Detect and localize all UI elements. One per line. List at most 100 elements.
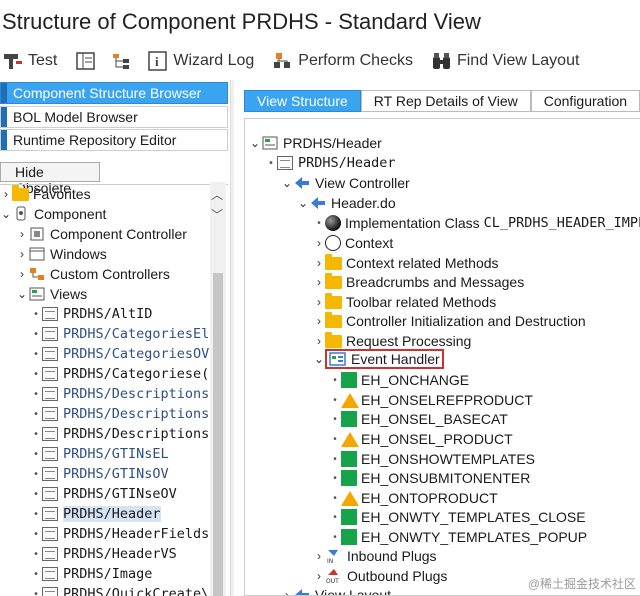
tree-node-view-controller[interactable]: ⌄ View Controller: [281, 173, 410, 193]
tab-configuration[interactable]: Configuration: [530, 90, 640, 112]
event-item[interactable]: • EH_ONWTY_TEMPLATES_CLOSE: [329, 507, 586, 527]
chevron-down-icon[interactable]: ⌄: [297, 196, 309, 210]
panel-splitter[interactable]: [230, 80, 234, 596]
chevron-right-icon[interactable]: ›: [16, 247, 28, 261]
view-item[interactable]: • PRDHS/GTINsOV: [30, 464, 169, 484]
chevron-right-icon[interactable]: ›: [313, 549, 325, 563]
tree-node-header-do[interactable]: ⌄ Header.do: [297, 193, 396, 213]
event-item[interactable]: • EH_ONTOPRODUCT: [329, 488, 497, 508]
view-item[interactable]: • PRDHS/CategoriesEl: [30, 324, 209, 344]
tree-item-favorites[interactable]: › Favorites: [0, 184, 91, 204]
tree-node-view-layout[interactable]: › View Layout: [281, 585, 391, 595]
checks-icon: [272, 51, 294, 71]
scroll-down-icon[interactable]: ﹀: [211, 206, 223, 223]
event-item[interactable]: • EH_ONSEL_BASECAT: [329, 409, 508, 429]
runtime-repository-editor-button[interactable]: Runtime Repository Editor: [0, 129, 228, 151]
layout-button[interactable]: [75, 51, 101, 71]
chevron-right-icon[interactable]: ›: [0, 187, 12, 201]
tree-node-request-processing[interactable]: › Request Processing: [313, 331, 471, 351]
tree-item-windows[interactable]: › Windows: [16, 244, 107, 264]
component-structure-browser-button[interactable]: Component Structure Browser: [0, 82, 228, 104]
chevron-down-icon[interactable]: ⌄: [281, 176, 293, 190]
chevron-right-icon[interactable]: ›: [313, 256, 325, 270]
views-icon: [28, 286, 46, 302]
find-view-layout-button[interactable]: Find View Layout: [431, 51, 579, 71]
chevron-right-icon[interactable]: ›: [313, 236, 325, 250]
view-item[interactable]: • PRDHS/HeaderVS: [30, 544, 177, 564]
chevron-down-icon[interactable]: ⌄: [16, 287, 28, 301]
folder-icon: [325, 253, 342, 270]
chevron-right-icon[interactable]: ›: [313, 314, 325, 328]
window-title: Structure of Component PRDHS - Standard …: [2, 9, 481, 34]
tree-node-context[interactable]: › Context: [313, 233, 393, 253]
view-item[interactable]: • PRDHS/Categoriese(: [30, 364, 209, 384]
tree-node-context-methods[interactable]: › Context related Methods: [313, 253, 499, 273]
view-item[interactable]: • PRDHS/Descriptions: [30, 404, 209, 424]
wizard-log-label: Wizard Log: [173, 52, 255, 69]
bullet: •: [333, 453, 337, 465]
event-item[interactable]: • EH_ONWTY_TEMPLATES_POPUP: [329, 527, 587, 547]
view-item-selected[interactable]: • PRDHS/Header: [30, 504, 161, 524]
tree-node-implementation-class[interactable]: • Implementation Class CL_PRDHS_HEADER_I…: [313, 213, 640, 233]
wizard-log-button[interactable]: i Wizard Log: [147, 51, 254, 71]
chevron-right-icon[interactable]: ›: [16, 267, 28, 281]
chevron-right-icon[interactable]: ›: [281, 588, 293, 595]
tree-node-root[interactable]: ⌄ PRDHS/Header: [249, 133, 382, 153]
view-item[interactable]: • PRDHS/QuickCreate\: [30, 584, 209, 596]
chevron-right-icon[interactable]: ›: [313, 569, 325, 583]
view-item-label: PRDHS/Descriptions: [63, 406, 210, 422]
view-item[interactable]: • PRDHS/GTINsEL: [30, 444, 169, 464]
chevron-right-icon[interactable]: ›: [313, 275, 325, 289]
view-item[interactable]: • PRDHS/Image: [30, 564, 152, 584]
class-ball-icon: [325, 215, 341, 231]
event-item[interactable]: • EH_ONSHOWTEMPLATES: [329, 449, 535, 469]
tree-node-controller-init[interactable]: › Controller Initialization and Destruct…: [313, 311, 586, 331]
watermark: @稀土掘金技术社区: [527, 577, 636, 591]
view-label: PRDHS/Header: [298, 155, 396, 171]
controller-icon: [28, 226, 46, 242]
scroll-up-icon[interactable]: ︿: [211, 186, 223, 203]
perform-checks-button[interactable]: Perform Checks: [272, 51, 413, 71]
left-panel: Component Structure Browser BOL Model Br…: [0, 80, 230, 596]
chevron-right-icon[interactable]: ›: [16, 227, 28, 241]
left-scrollbar-thumb[interactable]: [213, 273, 223, 596]
bol-model-browser-button[interactable]: BOL Model Browser: [0, 106, 228, 128]
tree-item-component[interactable]: ⌄ Component: [0, 204, 106, 224]
event-item[interactable]: • EH_ONSELREFPRODUCT: [329, 390, 533, 410]
event-item[interactable]: • EH_ONCHANGE: [329, 370, 469, 390]
chevron-down-icon[interactable]: ⌄: [249, 136, 261, 150]
tab-rt-rep-details[interactable]: RT Rep Details of View: [360, 90, 531, 112]
event-item[interactable]: • EH_ONSEL_PRODUCT: [329, 429, 512, 449]
view-item[interactable]: • PRDHS/AltID: [30, 304, 152, 324]
tree-node-breadcrumbs[interactable]: › Breadcrumbs and Messages: [313, 272, 524, 292]
view-item[interactable]: • PRDHS/Descriptions: [30, 424, 209, 444]
tree-node-outbound-plugs[interactable]: › OUT Outbound Plugs: [313, 566, 447, 586]
tab-bar: View Structure RT Rep Details of View Co…: [244, 90, 640, 112]
bullet: •: [333, 492, 337, 504]
hide-obsolete-button[interactable]: Hide Obsolete: [0, 162, 100, 196]
component-structure-browser-label: Component Structure Browser: [13, 85, 202, 101]
bullet: •: [32, 508, 40, 520]
chevron-right-icon[interactable]: ›: [313, 334, 325, 348]
tree-node-toolbar-methods[interactable]: › Toolbar related Methods: [313, 292, 496, 312]
tree-node-inbound-plugs[interactable]: › IN Inbound Plugs: [313, 546, 437, 566]
chevron-down-icon[interactable]: ⌄: [313, 352, 325, 366]
view-item[interactable]: • PRDHS/GTINseOV: [30, 484, 177, 504]
tree-item-views[interactable]: ⌄ Views: [16, 284, 87, 304]
chevron-down-icon[interactable]: ⌄: [0, 207, 12, 221]
implementation-class-label: Implementation Class: [345, 215, 480, 231]
tree-node-view[interactable]: • PRDHS/Header: [265, 153, 396, 173]
event-handler-label: Event Handler: [351, 351, 440, 367]
view-item[interactable]: • PRDHS/CategoriesOV: [30, 344, 209, 364]
root-label: PRDHS/Header: [283, 135, 382, 151]
tab-view-structure[interactable]: View Structure: [244, 90, 361, 112]
view-item[interactable]: • PRDHS/HeaderFields: [30, 524, 209, 544]
event-item[interactable]: • EH_ONSUBMITONENTER: [329, 468, 530, 488]
tree-item-custom-controllers[interactable]: › Custom Controllers: [16, 264, 170, 284]
chevron-right-icon[interactable]: ›: [313, 295, 325, 309]
tree-item-component-controller[interactable]: › Component Controller: [16, 224, 187, 244]
view-item[interactable]: • PRDHS/Descriptions: [30, 384, 209, 404]
hierarchy-button[interactable]: [111, 51, 137, 71]
test-button[interactable]: Test: [2, 51, 57, 71]
tree-node-event-handler[interactable]: ⌄ Event Handler: [313, 349, 444, 369]
